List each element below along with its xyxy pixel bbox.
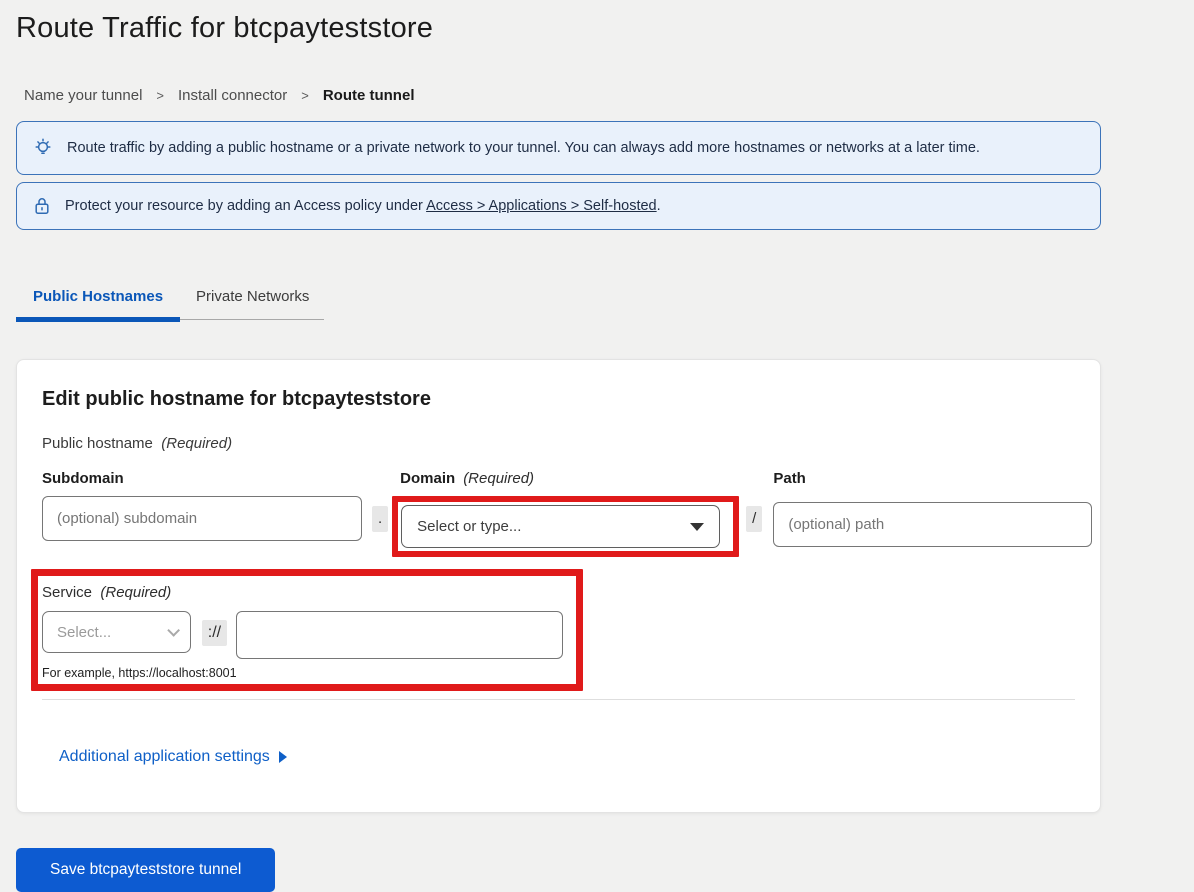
service-required: (Required) (100, 584, 171, 601)
subdomain-label: Subdomain (42, 470, 362, 487)
breadcrumb-step-name-tunnel[interactable]: Name your tunnel (24, 87, 142, 104)
slash-separator: / (746, 506, 762, 532)
additional-settings-toggle[interactable]: Additional application settings (59, 748, 287, 766)
lightbulb-icon (33, 137, 53, 159)
chevron-down-icon (690, 523, 704, 531)
additional-settings-label: Additional application settings (59, 748, 270, 766)
service-label: Service (Required) (42, 584, 563, 601)
subdomain-field: Subdomain (42, 470, 362, 541)
tab-public-hostnames[interactable]: Public Hostnames (16, 286, 180, 319)
service-type-select[interactable]: Select... (42, 611, 191, 653)
section-divider (42, 699, 1075, 700)
public-hostname-group-label: Public hostname (Required) (42, 435, 1075, 452)
breadcrumb-separator: > (156, 88, 164, 103)
public-hostname-required: (Required) (161, 435, 232, 452)
route-traffic-page: Route Traffic for btcpayteststore Name y… (0, 0, 1194, 892)
service-annotation-box: Service (Required) Select... :// For exa… (31, 569, 583, 691)
chevron-right-icon (279, 751, 287, 763)
breadcrumb: Name your tunnel > Install connector > R… (24, 87, 1194, 104)
scheme-separator: :// (202, 620, 227, 646)
service-fields-row: Select... :// (42, 611, 563, 659)
tab-private-networks[interactable]: Private Networks (180, 286, 324, 319)
breadcrumb-step-route-tunnel: Route tunnel (323, 87, 415, 104)
domain-select-value: Select or type... (417, 518, 521, 535)
path-label: Path (773, 470, 1092, 487)
chevron-down-icon (167, 624, 180, 637)
access-banner-text-after: . (657, 198, 661, 214)
breadcrumb-separator: > (301, 88, 309, 103)
subdomain-input[interactable] (42, 496, 362, 541)
service-helper-text: For example, https://localhost:8001 (42, 666, 563, 680)
domain-required: (Required) (463, 470, 534, 487)
service-url-input[interactable] (236, 611, 563, 659)
lock-icon (33, 196, 51, 216)
access-banner-text: Protect your resource by adding an Acces… (65, 198, 661, 214)
hostname-tabs: Public Hostnames Private Networks (16, 286, 324, 320)
public-hostname-label: Public hostname (42, 435, 153, 452)
page-title: Route Traffic for btcpayteststore (16, 12, 1194, 45)
path-field: Path (773, 470, 1092, 547)
service-label-text: Service (42, 584, 92, 601)
service-type-select-value: Select... (57, 624, 111, 641)
domain-annotation-box: Select or type... (392, 496, 739, 557)
save-tunnel-button[interactable]: Save btcpayteststore tunnel (16, 848, 275, 892)
tip-banner: Route traffic by adding a public hostnam… (16, 121, 1101, 175)
card-heading: Edit public hostname for btcpayteststore (42, 388, 1075, 411)
edit-public-hostname-card: Edit public hostname for btcpayteststore… (16, 359, 1101, 813)
access-banner-text-before: Protect your resource by adding an Acces… (65, 198, 426, 214)
access-policy-banner: Protect your resource by adding an Acces… (16, 182, 1101, 230)
access-applications-link[interactable]: Access > Applications > Self-hosted (426, 198, 657, 214)
dot-separator: . (372, 506, 388, 532)
hostname-fields-row: Subdomain . Domain (Required) Select or … (42, 470, 1075, 557)
domain-select[interactable]: Select or type... (401, 505, 720, 548)
domain-field: Domain (Required) Select or type... (392, 470, 739, 557)
path-input[interactable] (773, 502, 1092, 547)
breadcrumb-step-install-connector[interactable]: Install connector (178, 87, 287, 104)
tip-banner-text: Route traffic by adding a public hostnam… (67, 140, 980, 156)
domain-label: Domain (400, 470, 455, 487)
